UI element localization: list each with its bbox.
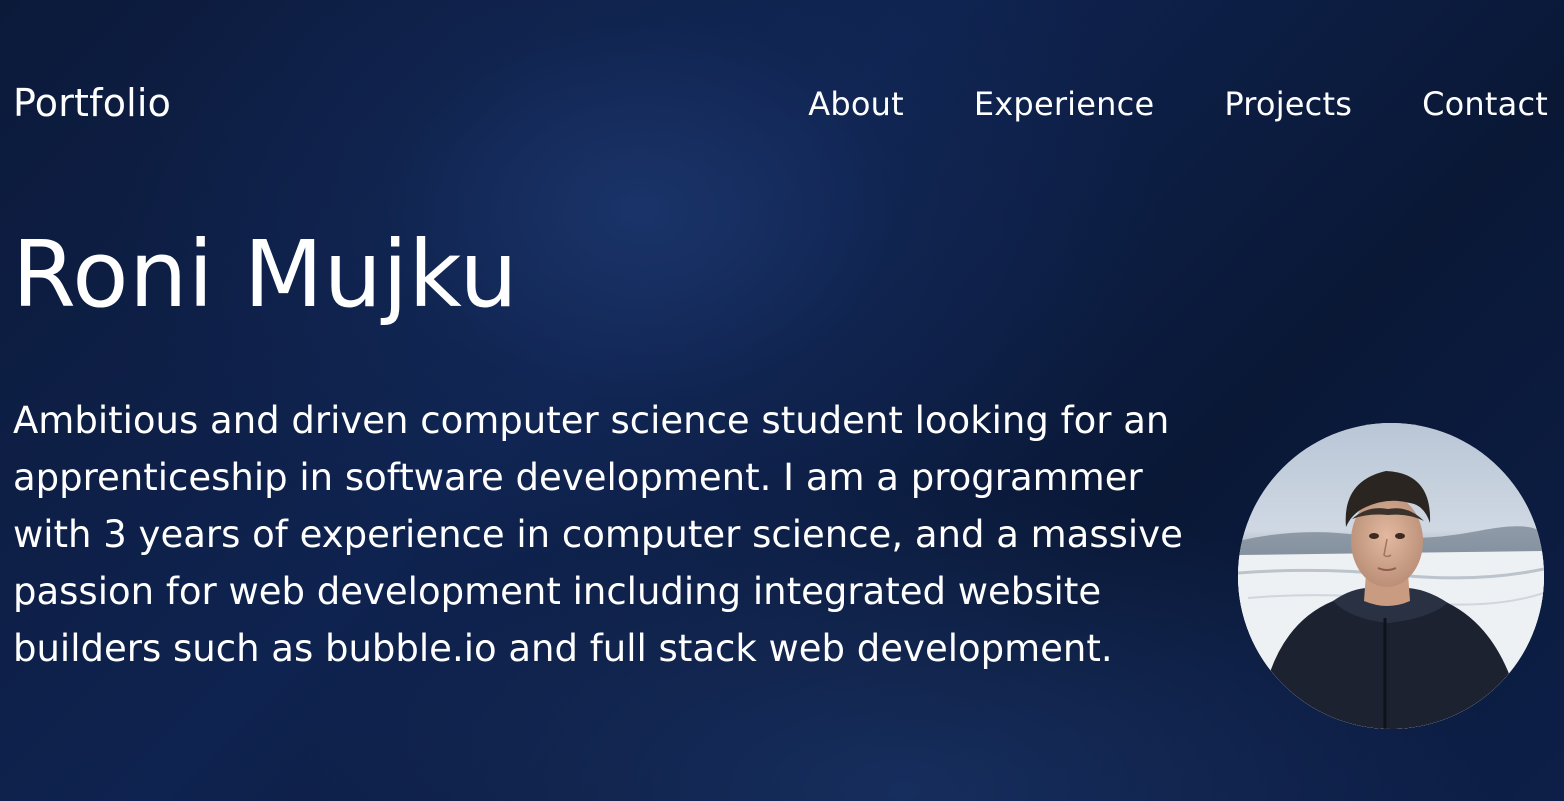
nav-links: About Experience Projects Contact — [808, 82, 1548, 126]
brand-logo-link[interactable]: Portfolio — [13, 80, 171, 126]
navbar: Portfolio About Experience Projects Cont… — [0, 0, 1564, 206]
hero-name: Roni Mujku — [12, 221, 519, 328]
hero-bio: Ambitious and driven computer science st… — [13, 399, 1183, 670]
nav-link-contact[interactable]: Contact — [1422, 82, 1548, 126]
nav-link-experience[interactable]: Experience — [974, 82, 1154, 126]
nav-link-about[interactable]: About — [808, 82, 904, 126]
nav-link-projects[interactable]: Projects — [1224, 82, 1352, 126]
profile-photo — [1238, 423, 1544, 729]
